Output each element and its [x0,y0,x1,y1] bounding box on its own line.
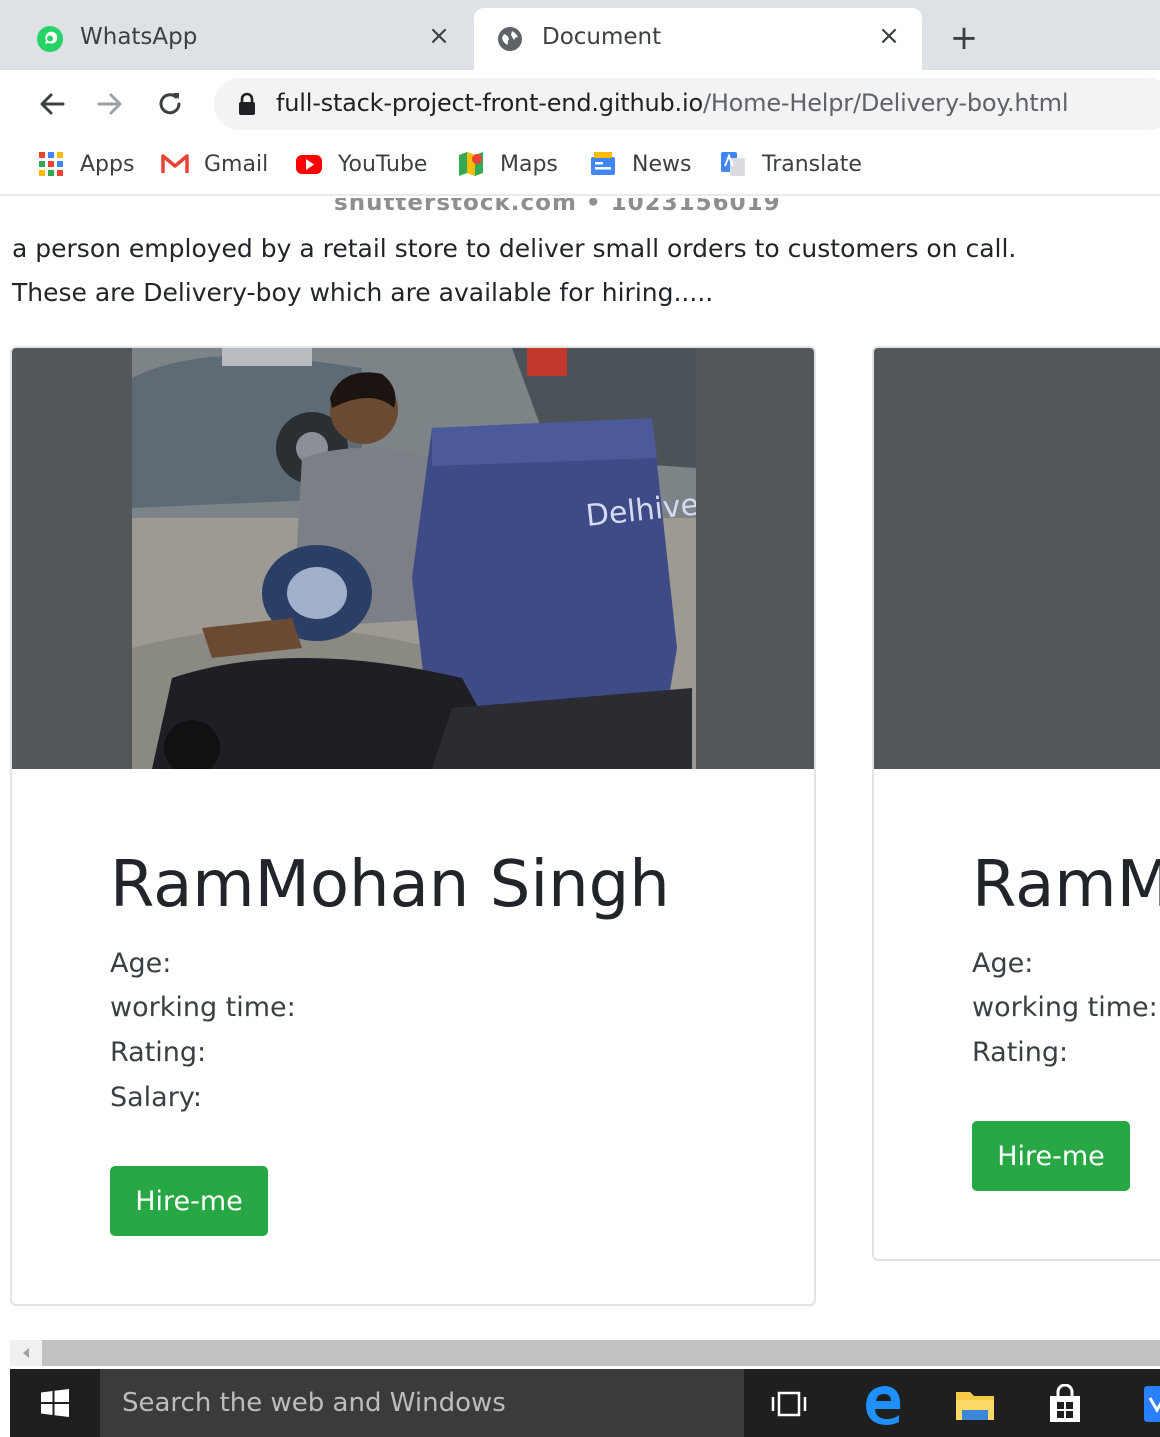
bookmark-maps[interactable]: Maps [456,148,558,180]
image-watermark: shutterstock.com • 1023156019 [334,198,781,216]
url-path: /Home-Helpr/Delivery-boy.html [702,89,1069,117]
card-name: RamM [972,848,1160,922]
card-rating-label: Rating: [110,1037,207,1068]
forward-arrow-icon [97,93,122,115]
card-rating-label: Rating: [972,1037,1069,1068]
address-bar[interactable]: full-stack-project-front-end.github.io/H… [214,78,1160,130]
store-bag-icon [1050,1384,1080,1422]
edge-browser-button[interactable] [860,1381,906,1427]
lock-icon[interactable] [236,92,258,116]
bookmark-label: Translate [762,151,862,177]
intro-subtext: These are Delivery-boy which are availab… [12,278,714,307]
reload-button[interactable] [150,84,190,124]
back-button[interactable] [32,84,72,124]
page-viewport: shutterstock.com • 1023156019 a person e… [0,198,1160,1338]
maps-icon [459,152,483,176]
back-arrow-icon [40,93,65,115]
taskbar-search-input[interactable] [100,1369,744,1437]
store-button[interactable] [1042,1381,1088,1427]
bookmarks-bar: Apps Gmail YouTube Maps News Translate [0,136,1160,196]
url-text[interactable]: full-stack-project-front-end.github.io/H… [276,89,1068,117]
bookmark-news[interactable]: News [588,148,691,180]
gmail-icon [161,154,189,173]
bookmark-apps[interactable]: Apps [36,148,134,180]
card-working-time-label: working time: [110,992,296,1023]
news-icon [591,152,615,175]
scroll-left-arrow-icon [23,1348,29,1358]
card-image-area [874,348,1160,769]
forward-button[interactable] [90,84,130,124]
delivery-boy-card: Delhive RamMohan Singh Age: working time… [10,346,816,1306]
bookmark-label: Maps [500,151,558,177]
card-name: RamMohan Singh [110,848,670,922]
delivery-boy-card: RamM Age: working time: Rating: Hire-me [872,346,1160,1261]
bookmark-label: News [632,151,692,177]
start-button[interactable] [10,1369,100,1437]
file-explorer-button[interactable] [952,1381,998,1427]
browser-toolbar: full-stack-project-front-end.github.io/H… [0,70,1160,136]
bookmark-gmail[interactable]: Gmail [160,148,268,180]
new-tab-button[interactable]: + [944,20,984,60]
bookmark-label: YouTube [338,151,428,177]
taskbar-search[interactable] [100,1369,744,1437]
delivery-boy-photo: Delhive [132,348,696,769]
card-salary-label: Salary: [110,1082,202,1113]
intro-text: a person employed by a retail store to d… [12,234,1017,263]
url-host: full-stack-project-front-end.github.io [276,89,703,117]
hire-me-button[interactable]: Hire-me [972,1121,1130,1191]
reload-icon [159,93,181,115]
bookmark-translate[interactable]: Translate [718,148,862,180]
bookmark-youtube[interactable]: YouTube [294,148,427,180]
folder-icon [956,1392,994,1420]
apps-grid-icon [39,152,63,176]
bookmark-label: Gmail [204,151,269,177]
hire-me-button[interactable]: Hire-me [110,1166,268,1236]
tab-whatsapp[interactable]: WhatsApp × [12,8,472,70]
task-view-icon [771,1391,807,1417]
tab-title: WhatsApp [80,24,198,50]
horizontal-scrollbar[interactable] [10,1340,1160,1366]
pinned-app-button[interactable] [1134,1381,1160,1427]
card-working-time-label: working time: [972,992,1158,1023]
close-tab-icon[interactable]: × [874,21,904,51]
card-age-label: Age: [972,948,1034,979]
edge-icon [866,1386,901,1425]
windows-logo-icon [41,1389,69,1417]
windows-taskbar [10,1369,1160,1437]
bookmark-label: Apps [80,151,135,177]
scroll-left-button[interactable] [10,1340,42,1366]
card-image-area: Delhive [12,348,814,769]
task-view-button[interactable] [766,1381,812,1427]
tab-strip: WhatsApp × Document × + [0,0,1160,70]
card-age-label: Age: [110,948,172,979]
tab-document[interactable]: Document × [474,8,922,70]
close-tab-icon[interactable]: × [424,21,454,51]
globe-icon [498,27,522,51]
tab-title: Document [542,24,662,50]
pinned-app-icon [1144,1386,1160,1422]
whatsapp-icon [37,26,63,52]
youtube-icon [296,155,322,174]
translate-icon [721,152,745,176]
